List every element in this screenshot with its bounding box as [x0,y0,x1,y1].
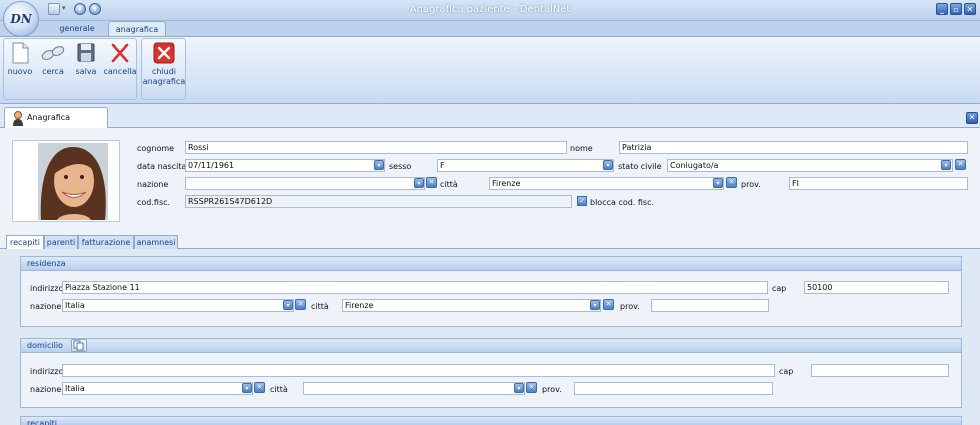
tab-fatturazione[interactable]: fatturazione [78,235,134,249]
tab-anamnesi[interactable]: anamnesi [134,235,178,249]
birth-date-field[interactable]: 07/11/1961 [185,159,385,172]
patient-photo [13,141,119,221]
domicile-header: domicilio [20,338,962,353]
tax-code-label: cod.fisc. [137,198,171,207]
lock-tax-code-checkbox[interactable]: ✓ [577,196,587,206]
name-label: nome [570,144,593,153]
document-tab-anagrafica[interactable]: Anagrafica paziente [4,107,108,142]
delete-button[interactable]: cancella [101,42,139,77]
residence-nation-label: nazione [30,302,62,311]
birth-date-dropdown-icon[interactable]: ▾ [374,160,384,170]
domicile-nation-clear-icon[interactable]: ✕ [254,382,265,393]
domicile-city-clear-icon[interactable]: ✕ [526,382,537,393]
close-red-icon [153,42,175,64]
residence-city-dropdown-icon[interactable]: ▾ [590,300,600,310]
floppy-disk-icon [77,43,95,62]
new-button-label: nuovo [7,67,33,76]
residence-address-label: indirizzo [30,284,64,293]
sex-label: sesso [389,162,412,171]
delete-button-label: cancella [103,67,137,76]
close-record-button[interactable]: chiudi anagrafica [142,42,186,87]
city-label: città [440,180,458,189]
sex-dropdown-icon[interactable]: ▾ [603,160,613,170]
tab-recapiti[interactable]: recapiti [6,235,44,250]
copy-icon [73,340,84,351]
residence-province-label: prov. [620,302,640,311]
residence-nation-select[interactable]: Italia [62,299,294,312]
app-logo-button[interactable]: DN [3,1,39,37]
domicile-address-field[interactable] [62,364,775,377]
tab-parenti[interactable]: parenti [44,235,78,249]
residence-zip-field[interactable]: 50100 [804,281,949,294]
domicile-address-label: indirizzo [30,367,64,376]
residence-nation-clear-icon[interactable]: ✕ [295,299,306,310]
marital-status-dropdown-icon[interactable]: ▾ [941,160,951,170]
domicile-city-dropdown-icon[interactable]: ▾ [514,383,524,393]
close-tab-icon[interactable]: ✕ [966,112,978,124]
marital-status-label: stato civile [618,162,662,171]
close-record-label-line2: anagrafica [142,77,186,86]
residence-header: residenza [20,256,962,271]
domicile-city-select[interactable] [303,382,525,395]
tab-anagrafica[interactable]: anagrafica [108,21,166,36]
delete-x-icon [111,43,129,63]
residence-city-select[interactable]: Firenze [342,299,601,312]
close-record-label-line1: chiudi [151,67,177,76]
residence-zip-label: cap [772,284,787,293]
new-button[interactable]: nuovo [3,42,37,77]
residence-city-label: città [311,302,329,311]
residence-province-field[interactable] [651,299,769,312]
contacts-header: recapiti [20,416,962,425]
domicile-zip-field[interactable] [811,364,949,377]
minimize-icon[interactable]: _ [936,3,948,15]
nation-label: nazione [137,180,169,189]
app-logo-text: DN [10,12,32,26]
binoculars-icon [41,46,65,60]
save-button-label: salva [75,67,97,76]
domicile-province-label: prov. [542,385,562,394]
residence-city-clear-icon[interactable]: ✕ [603,299,614,310]
city-clear-icon[interactable]: ✕ [726,177,737,188]
nation-select[interactable] [185,177,425,190]
nation-dropdown-icon[interactable]: ▾ [414,178,424,188]
domicile-zip-label: cap [779,367,794,376]
tax-code-field[interactable]: RSSPR261S47D612D [185,195,572,208]
restore-icon[interactable]: ▫ [950,3,962,15]
domicile-nation-dropdown-icon[interactable]: ▾ [242,383,252,393]
surname-field[interactable]: Rossi [185,141,567,154]
document-tab-strip [0,104,980,128]
window-title: Anagrafica paziente - DentalNet [409,4,571,15]
person-icon [13,111,23,126]
residence-address-field[interactable]: Piazza Stazione 11 [62,281,768,294]
tab-generale[interactable]: generale [52,21,102,36]
nation-clear-icon[interactable]: ✕ [426,177,437,188]
marital-status-clear-icon[interactable]: ✕ [955,159,966,170]
birth-date-label: data nascita [137,162,187,171]
marital-status-select[interactable]: Coniugato/a [667,159,953,172]
lock-tax-code-label: blocca cod. fisc. [590,198,655,207]
new-document-icon [12,42,29,64]
city-dropdown-icon[interactable]: ▾ [713,178,723,188]
close-window-icon[interactable]: ✕ [964,3,976,15]
domicile-nation-label: nazione [30,385,62,394]
save-button[interactable]: salva [69,42,103,77]
domicile-province-field[interactable] [574,382,773,395]
search-button[interactable]: cerca [36,42,70,77]
domicile-city-label: città [270,385,288,394]
domicile-nation-select[interactable]: Italia [62,382,253,395]
name-field[interactable]: Patrizia [619,141,968,154]
surname-label: cognome [137,144,175,153]
residence-nation-dropdown-icon[interactable]: ▾ [283,300,293,310]
copy-address-button[interactable] [71,339,87,352]
search-button-label: cerca [42,67,64,76]
patient-photo-frame[interactable] [12,140,120,222]
city-select[interactable]: Firenze [489,177,724,190]
province-label: prov. [741,180,761,189]
province-field[interactable]: FI [789,177,968,190]
domicile-title: domicilio [27,341,63,350]
sex-select[interactable]: F [437,159,614,172]
